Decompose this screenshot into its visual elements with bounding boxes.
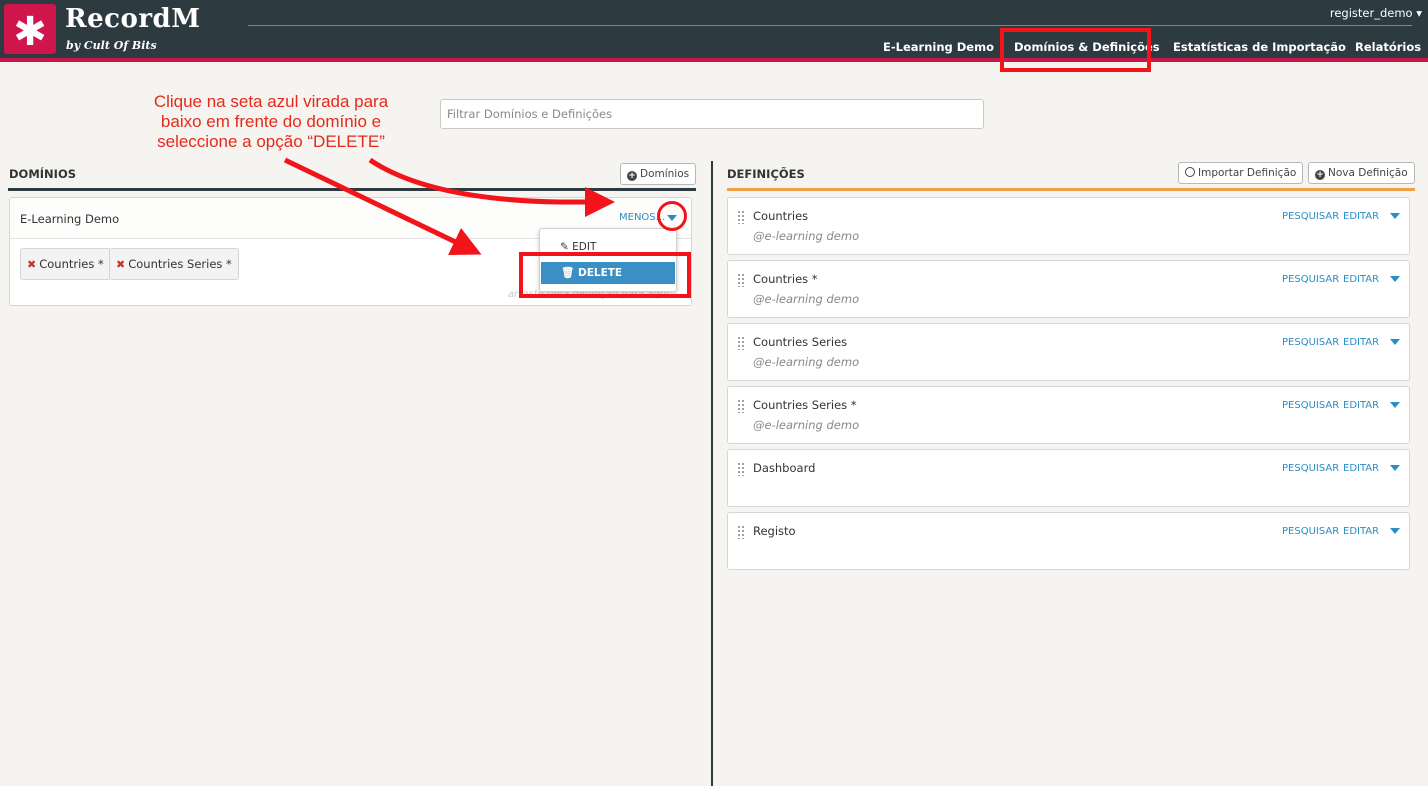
add-domain-label: Domínios [640, 168, 690, 180]
app-title[interactable]: RecordM [65, 4, 200, 34]
definition-name: Registo [753, 524, 796, 538]
panel-divider [711, 161, 713, 786]
new-definition-label: Nova Definição [1328, 167, 1408, 179]
edit-link[interactable]: EDITAR [1343, 400, 1379, 411]
nav-estatisticas-importacao[interactable]: Estatísticas de Importação [1173, 40, 1346, 54]
import-circle-icon [1185, 167, 1195, 177]
search-link[interactable]: PESQUISAR [1282, 526, 1339, 537]
search-link[interactable]: PESQUISAR [1282, 274, 1339, 285]
chevron-down-icon[interactable] [1390, 528, 1400, 534]
chevron-down-icon[interactable] [1390, 465, 1400, 471]
new-definition-button[interactable]: + Nova Definição [1308, 162, 1415, 184]
instruction-annotation: Clique na seta azul virada para baixo em… [153, 92, 389, 151]
definition-domain: @e-learning demo [753, 355, 860, 369]
definition-card[interactable]: Countries * @e-learning demo PESQUISAR E… [727, 260, 1410, 318]
definitions-header-rule [727, 188, 1415, 191]
arrow-to-caret [368, 157, 615, 217]
filter-input[interactable] [440, 99, 984, 129]
definition-card[interactable]: Registo PESQUISAR EDITAR [727, 512, 1410, 570]
search-link[interactable]: PESQUISAR [1282, 400, 1339, 411]
delete-highlight-box [519, 252, 691, 298]
definition-card[interactable]: Countries Series @e-learning demo PESQUI… [727, 323, 1410, 381]
add-domain-button[interactable]: + Domínios [620, 163, 697, 185]
edit-link[interactable]: EDITAR [1343, 274, 1379, 285]
chevron-down-icon[interactable] [1390, 402, 1400, 408]
domains-title: DOMÍNIOS [9, 167, 77, 181]
domains-header-rule [8, 188, 696, 191]
definition-name: Countries * [753, 272, 818, 286]
domain-tag-label: Countries * [39, 257, 104, 271]
definition-name: Countries Series [753, 335, 848, 349]
definition-name: Countries [753, 209, 809, 223]
search-link[interactable]: PESQUISAR [1282, 211, 1339, 222]
definition-card[interactable]: Countries @e-learning demo PESQUISAR EDI… [727, 197, 1410, 255]
domain-tag[interactable]: ✖ Countries * [20, 248, 111, 280]
definition-name: Countries Series * [753, 398, 857, 412]
definition-card[interactable]: Dashboard PESQUISAR EDITAR [727, 449, 1410, 507]
edit-link[interactable]: EDITAR [1343, 337, 1379, 348]
edit-link[interactable]: EDITAR [1343, 463, 1379, 474]
import-definition-button[interactable]: Importar Definição [1178, 162, 1304, 184]
drag-handle-icon[interactable] [737, 336, 745, 350]
import-definition-label: Importar Definição [1198, 167, 1297, 179]
domain-tag-label: Countries Series * [128, 257, 232, 271]
edit-link[interactable]: EDITAR [1343, 211, 1379, 222]
edit-link[interactable]: EDITAR [1343, 526, 1379, 537]
remove-icon[interactable]: ✖ [116, 258, 125, 271]
definition-card[interactable]: Countries Series * @e-learning demo PESQ… [727, 386, 1410, 444]
definition-domain: @e-learning demo [753, 418, 860, 432]
navbar-accent-line [0, 58, 1428, 62]
drag-handle-icon[interactable] [737, 210, 745, 224]
header-divider [248, 25, 1412, 26]
definition-domain: @e-learning demo [753, 292, 860, 306]
search-link[interactable]: PESQUISAR [1282, 337, 1339, 348]
chevron-down-icon[interactable] [1390, 276, 1400, 282]
chevron-down-icon[interactable] [1390, 339, 1400, 345]
drag-handle-icon[interactable] [737, 399, 745, 413]
plus-circle-icon: + [627, 171, 637, 181]
app-subtitle: by Cult Of Bits [66, 39, 157, 52]
plus-circle-icon: + [1315, 170, 1325, 180]
nav-relatorios[interactable]: Relatórios [1355, 40, 1421, 54]
remove-icon[interactable]: ✖ [27, 258, 36, 271]
drag-handle-icon[interactable] [737, 462, 745, 476]
definition-name: Dashboard [753, 461, 816, 475]
search-link[interactable]: PESQUISAR [1282, 463, 1339, 474]
chevron-down-icon[interactable] [1390, 213, 1400, 219]
caret-highlight-circle [657, 201, 687, 231]
domain-tag[interactable]: ✖ Countries Series * [109, 248, 239, 280]
definitions-title: DEFINIÇÕES [727, 167, 805, 181]
user-menu[interactable]: register_demo ▾ [1330, 6, 1422, 20]
recordm-logo-icon[interactable]: ✱ [4, 4, 56, 55]
definition-domain: @e-learning demo [753, 229, 860, 243]
nav-highlight-box [1000, 28, 1151, 72]
drag-handle-icon[interactable] [737, 273, 745, 287]
domain-name: E-Learning Demo [20, 212, 120, 226]
nav-elearning-demo[interactable]: E-Learning Demo [883, 40, 994, 54]
drag-handle-icon[interactable] [737, 525, 745, 539]
